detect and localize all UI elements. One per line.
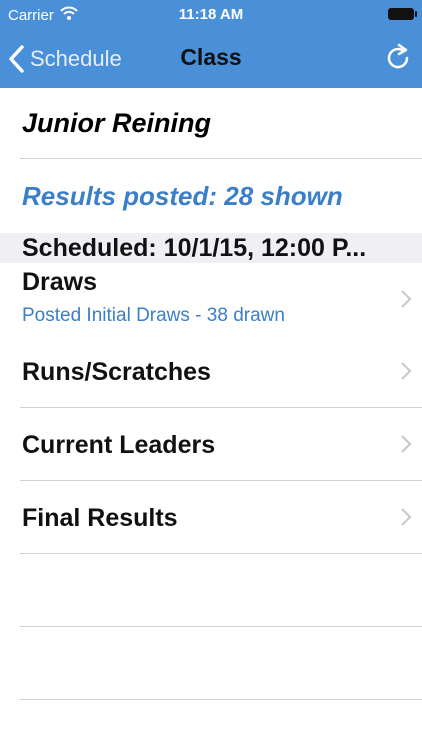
status-bar: Carrier 11:18 AM (0, 0, 422, 30)
menu-row-label: Current Leaders (22, 431, 216, 459)
page-title: Class (180, 44, 242, 70)
battery-icon (388, 8, 417, 20)
content: Junior Reining Results posted: 28 shown … (0, 88, 422, 700)
results-posted-status: Results posted: 28 shown (22, 180, 343, 211)
refresh-icon (382, 43, 414, 78)
menu-row-subtitle: Posted Initial Draws - 38 drawn (22, 305, 285, 326)
menu-row-label: Final Results (22, 504, 178, 532)
chevron-right-icon (400, 434, 412, 459)
menu-row-current-leaders[interactable]: Current Leaders (0, 408, 422, 480)
menu-row-draws[interactable]: Draws Posted Initial Draws - 38 drawn (0, 263, 422, 335)
menu-row-final-results[interactable]: Final Results (0, 481, 422, 553)
empty-row (0, 554, 422, 626)
chevron-right-icon (400, 361, 412, 386)
chevron-right-icon (400, 289, 412, 314)
menu-row-label: Draws (22, 268, 98, 296)
empty-row (0, 627, 422, 699)
scheduled-header: Scheduled: 10/1/15, 12:00 P... (0, 233, 422, 263)
class-name: Junior Reining (22, 107, 211, 138)
navigation-bar: Schedule Class (0, 30, 422, 88)
refresh-button[interactable] (382, 42, 414, 74)
chevron-right-icon (400, 507, 412, 532)
menu-row-runs-scratches[interactable]: Runs/Scratches (0, 335, 422, 407)
divider (20, 699, 422, 700)
status-time: 11:18 AM (178, 6, 244, 23)
menu-row-label: Runs/Scratches (22, 358, 211, 386)
